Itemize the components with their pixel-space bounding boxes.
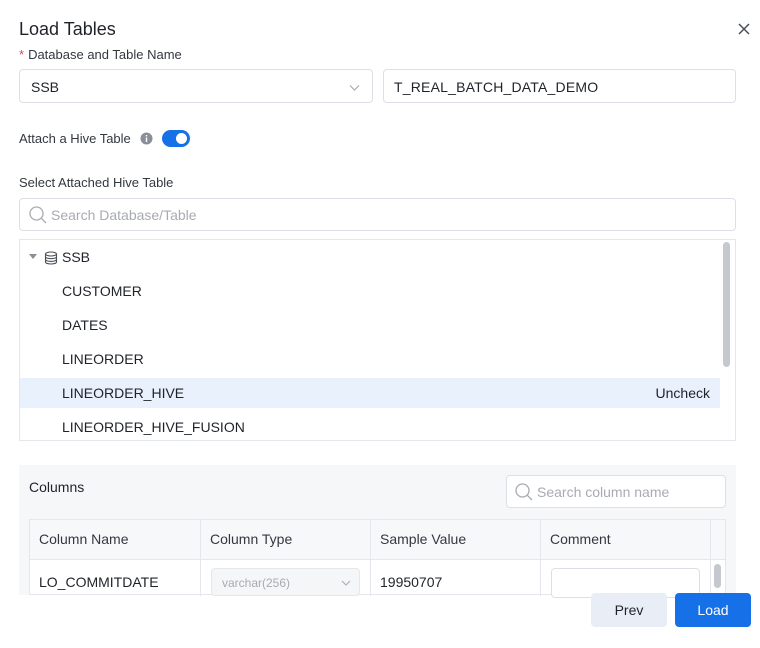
column-header-label: Sample Value [380,531,467,547]
hive-table-tree: SSB CUSTOMER DATES LINEORDER LINEORDER_H… [19,239,736,441]
tree-scrollbar[interactable] [723,242,730,367]
table-name-input[interactable]: T_REAL_BATCH_DATA_DEMO [383,69,736,103]
search-icon [515,483,533,501]
search-icon [29,206,47,224]
dialog-title: Load Tables [19,19,116,39]
tree-table-label: LINEORDER_HIVE [62,385,185,401]
db-table-label-text: Database and Table Name [28,47,182,62]
table-name-value: T_REAL_BATCH_DATA_DEMO [394,79,599,95]
attach-hive-label: Attach a Hive Table [19,131,131,146]
column-header-label: Column Name [39,531,129,547]
database-select-value: SSB [31,79,60,95]
select-hive-label: Select Attached Hive Table [19,175,174,190]
chevron-down-icon [341,580,351,586]
table-cell-sample-value: 19950707 [371,560,541,596]
column-header-spacer [711,520,725,560]
tree-table-label: LINEORDER [62,351,144,367]
table-cell-column-type: varchar(256) [201,560,371,596]
load-button[interactable]: Load [675,593,751,627]
hive-search-input[interactable]: Search Database/Table [19,198,736,231]
tree-table-label: DATES [62,317,108,333]
database-icon [44,251,58,265]
database-select[interactable]: SSB [19,69,373,103]
column-name-value: LO_COMMITDATE [39,574,159,590]
columns-table: Column Name Column Type Sample Value Com… [29,519,726,598]
info-icon[interactable] [140,132,153,145]
table-cell-comment [541,560,711,598]
column-header[interactable]: Sample Value [371,520,541,560]
tree-node-table[interactable]: LINEORDER_HIVE_FUSION [20,412,720,440]
uncheck-link[interactable]: Uncheck [656,385,710,401]
tree-node-table[interactable]: LINEORDER [20,344,720,374]
columns-title: Columns [29,479,85,495]
table-scrollbar[interactable] [714,564,721,588]
column-header[interactable]: Column Name [30,520,201,560]
toggle-knob [176,133,187,144]
tree-node-table-selected[interactable]: LINEORDER_HIVE Uncheck [20,378,720,408]
column-type-value: varchar(256) [222,576,291,590]
tree-table-label: LINEORDER_HIVE_FUSION [62,419,245,435]
tree-database-label: SSB [62,249,91,265]
db-table-label: * Database and Table Name [19,47,182,62]
tree-node-table[interactable]: DATES [20,310,720,340]
table-cell-column-name: LO_COMMITDATE [30,560,201,596]
column-type-select: varchar(256) [211,568,360,596]
tree-node-table[interactable]: CUSTOMER [20,276,720,306]
required-mark: * [19,47,25,62]
tree-node-database[interactable]: SSB [20,242,720,272]
column-search-input[interactable]: Search column name [506,475,726,508]
sample-value: 19950707 [380,574,443,590]
close-icon[interactable] [735,20,753,38]
columns-panel: Columns Search column name Column Name C… [19,465,736,598]
attach-hive-toggle[interactable] [162,130,190,147]
hive-search-placeholder: Search Database/Table [51,207,197,223]
column-header-label: Comment [550,531,611,547]
column-header[interactable]: Column Type [201,520,371,560]
tree-table-label: CUSTOMER [62,283,142,299]
column-header[interactable]: Comment [541,520,711,560]
prev-button[interactable]: Prev [591,593,667,627]
column-search-placeholder: Search column name [537,484,670,500]
chevron-down-icon [349,85,360,91]
column-header-label: Column Type [210,531,293,547]
caret-down-icon[interactable] [29,254,37,259]
